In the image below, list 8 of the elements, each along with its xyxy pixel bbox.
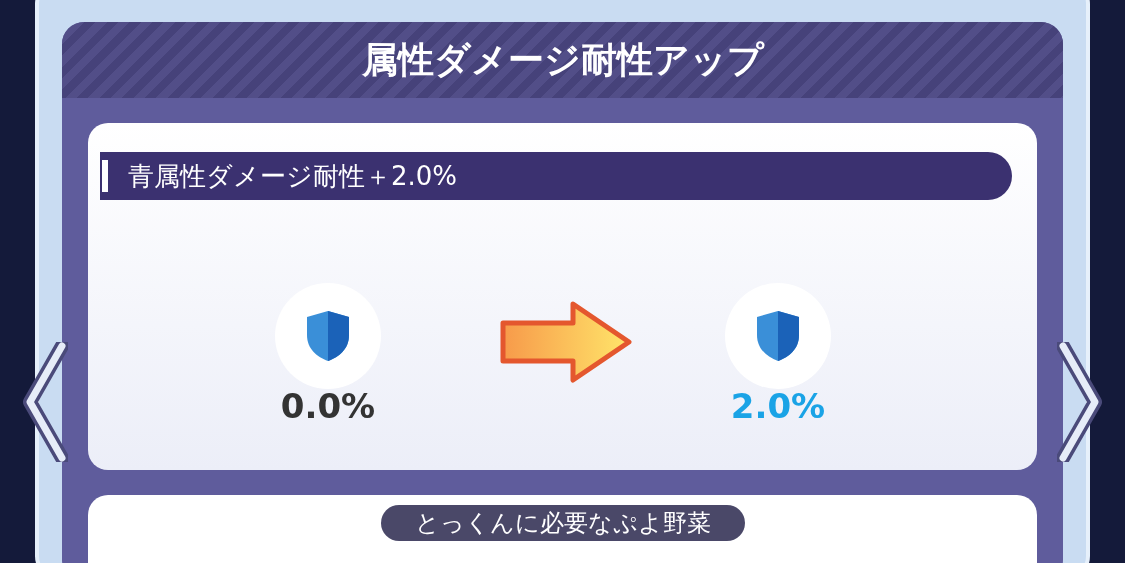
accent-stripe [102, 160, 108, 192]
shield-icon [305, 309, 351, 363]
shield-icon [755, 309, 801, 363]
panel-title: 属性ダメージ耐性アップ [361, 38, 764, 82]
after-value: 2.0% [730, 385, 826, 428]
requirements-label: とっくんに必要なぷよ野菜 [380, 505, 745, 541]
effect-text: 青属性ダメージ耐性＋2.0% [128, 159, 458, 193]
before-value: 0.0% [280, 385, 376, 428]
